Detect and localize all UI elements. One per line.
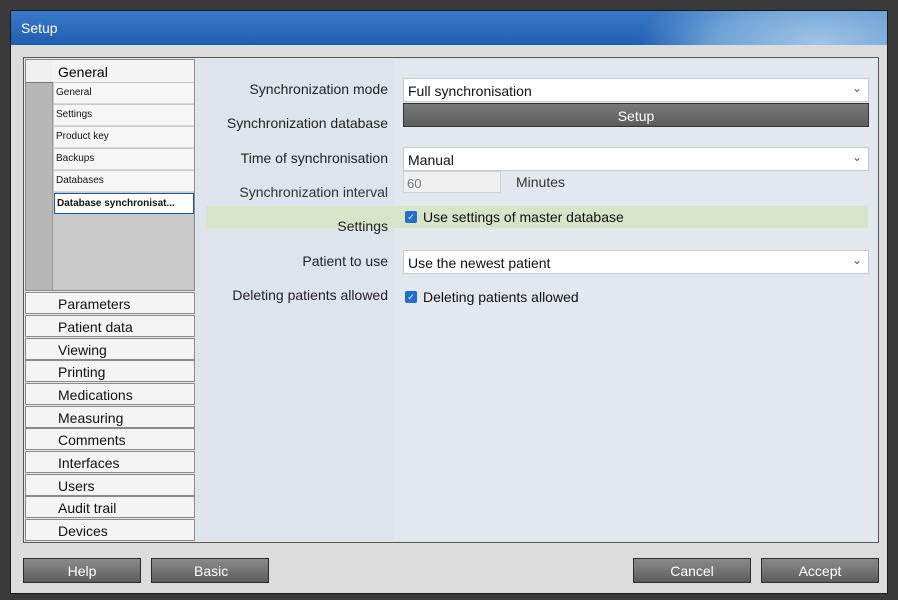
sync-mode-value: Full synchronisation xyxy=(408,83,532,99)
sync-mode-label: Synchronization mode xyxy=(249,81,388,97)
chevron-down-icon: ⌄ xyxy=(851,253,862,267)
setup-window: Setup General General Settings Product k… xyxy=(10,10,888,594)
sync-time-select[interactable]: Manual ⌄ xyxy=(403,147,869,171)
nav-general-header[interactable]: General xyxy=(52,60,194,82)
patient-select[interactable]: Use the newest patient ⌄ xyxy=(403,250,869,274)
nav-medications[interactable]: Medications xyxy=(25,383,195,405)
nav-devices[interactable]: Devices xyxy=(25,519,195,541)
title-decoration xyxy=(637,11,887,45)
nav-general-list: General Settings Product key Backups Dat… xyxy=(54,83,194,215)
settings-label: Settings xyxy=(337,218,388,234)
nav-grip-top xyxy=(26,60,53,83)
sync-time-value: Manual xyxy=(408,152,454,168)
accept-button[interactable]: Accept xyxy=(761,558,879,583)
window-title: Setup xyxy=(21,20,58,36)
help-button[interactable]: Help xyxy=(23,558,141,583)
patient-value: Use the newest patient xyxy=(408,255,551,271)
sync-interval-label: Synchronization interval xyxy=(239,184,388,200)
cancel-button[interactable]: Cancel xyxy=(633,558,751,583)
nav-interfaces[interactable]: Interfaces xyxy=(25,451,195,473)
sync-db-label: Synchronization database xyxy=(226,115,388,131)
settings-checkbox-label[interactable]: Use settings of master database xyxy=(423,209,624,225)
nav-sub-product-key[interactable]: Product key xyxy=(54,127,194,148)
nav-sub-database-sync[interactable]: Database synchronisat... xyxy=(54,193,194,214)
nav-printing[interactable]: Printing xyxy=(25,360,195,382)
nav-measuring[interactable]: Measuring xyxy=(25,406,195,428)
sync-interval-input[interactable]: 60 xyxy=(403,171,501,193)
nav-users[interactable]: Users xyxy=(25,474,195,496)
patient-label: Patient to use xyxy=(302,253,388,269)
nav-sub-backups[interactable]: Backups xyxy=(54,149,194,170)
nav-panel: General General Settings Product key Bac… xyxy=(25,59,195,541)
deleting-checkbox-label[interactable]: Deleting patients allowed xyxy=(423,289,579,305)
basic-button[interactable]: Basic xyxy=(151,558,269,583)
nav-patient-data[interactable]: Patient data xyxy=(25,315,195,337)
nav-viewing[interactable]: Viewing xyxy=(25,338,195,360)
nav-comments[interactable]: Comments xyxy=(25,428,195,450)
deleting-label: Deleting patients allowed xyxy=(232,287,388,303)
chevron-down-icon: ⌄ xyxy=(851,150,862,164)
title-bar: Setup xyxy=(11,11,887,45)
nav-parameters[interactable]: Parameters xyxy=(25,292,195,314)
sync-db-setup-button[interactable]: Setup xyxy=(403,103,869,127)
check-icon[interactable]: ✓ xyxy=(405,211,417,223)
chevron-down-icon: ⌄ xyxy=(851,81,862,95)
nav-audit-trail[interactable]: Audit trail xyxy=(25,496,195,518)
nav-sub-settings[interactable]: Settings xyxy=(54,105,194,126)
check-icon[interactable]: ✓ xyxy=(405,291,417,303)
nav-grip xyxy=(26,60,53,290)
nav-general-group: General General Settings Product key Bac… xyxy=(25,59,195,291)
sync-time-label: Time of synchronisation xyxy=(240,150,388,166)
settings-content: Synchronization mode Full synchronisatio… xyxy=(196,59,878,541)
nav-sub-databases[interactable]: Databases xyxy=(54,171,194,192)
sync-interval-unit: Minutes xyxy=(516,174,566,190)
nav-sub-general[interactable]: General xyxy=(54,83,194,104)
setup-frame: General General Settings Product key Bac… xyxy=(23,57,879,543)
sync-mode-select[interactable]: Full synchronisation ⌄ xyxy=(403,78,869,102)
